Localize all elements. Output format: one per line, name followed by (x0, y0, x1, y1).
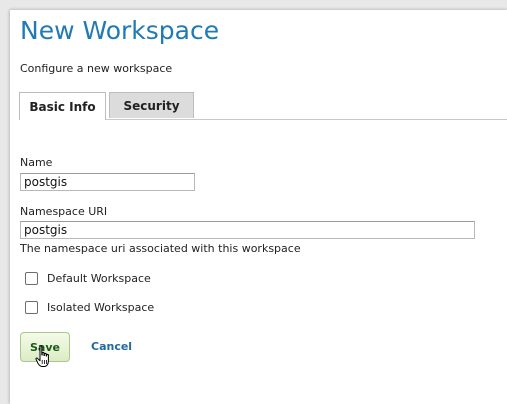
isolated-workspace-row: Isolated Workspace (25, 301, 154, 314)
name-label: Name (20, 156, 53, 169)
namespace-uri-help: The namespace uri associated with this w… (20, 242, 301, 255)
isolated-workspace-checkbox[interactable] (25, 301, 38, 314)
default-workspace-checkbox[interactable] (25, 272, 38, 285)
namespace-uri-input[interactable] (20, 221, 475, 239)
default-workspace-row: Default Workspace (25, 272, 151, 285)
page-title: New Workspace (20, 16, 220, 45)
page-subtitle: Configure a new workspace (20, 62, 173, 75)
namespace-uri-label: Namespace URI (20, 205, 108, 218)
tab-security[interactable]: Security (109, 92, 194, 118)
save-button[interactable]: Save (20, 332, 70, 362)
tab-basic-info[interactable]: Basic Info (19, 92, 106, 120)
default-workspace-label: Default Workspace (47, 272, 151, 285)
tab-bar: Basic Info Security (19, 92, 507, 120)
name-input[interactable] (20, 173, 195, 191)
cancel-link[interactable]: Cancel (91, 340, 132, 353)
workspace-panel: New Workspace Configure a new workspace … (10, 10, 507, 404)
isolated-workspace-label: Isolated Workspace (47, 301, 155, 314)
